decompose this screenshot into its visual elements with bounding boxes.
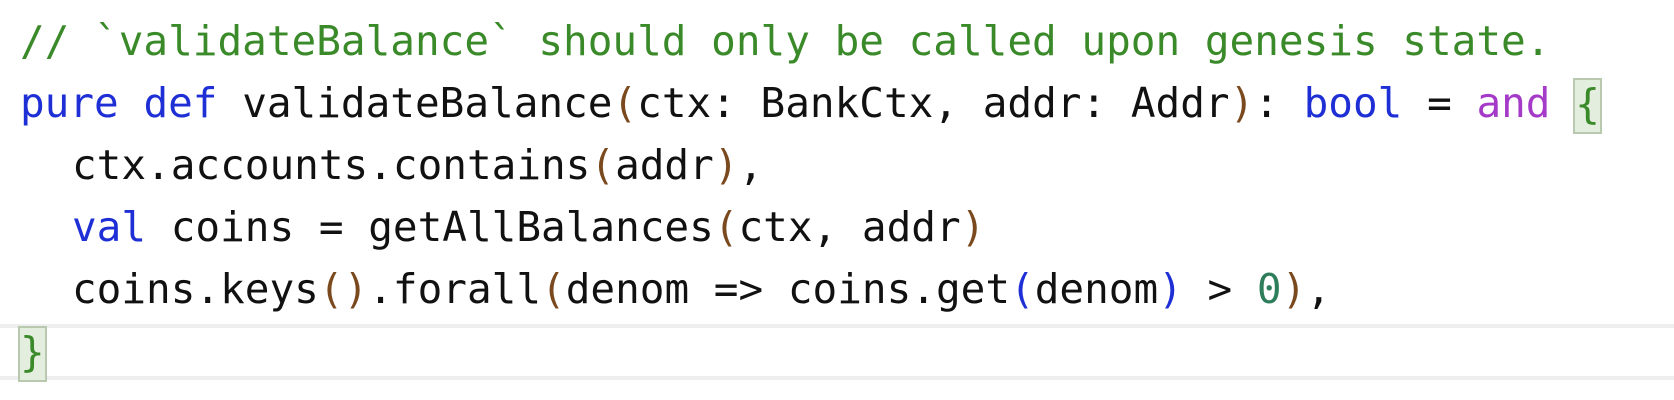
code-line-1[interactable]: // `validateBalance` should only be call… [20,10,1550,72]
argument: addr [615,141,714,189]
code-line-5[interactable]: coins.keys().forall(denom => coins.get(d… [20,258,1331,320]
brace-close-matched: } [18,326,47,382]
code-line-6[interactable]: } [18,320,47,382]
paren-open: ( [590,141,616,189]
paren-close: ) [960,203,986,251]
keyword-def: def [143,79,218,127]
argument-list: ctx, addr [738,203,961,251]
number-literal: 0 [1256,265,1282,313]
keys-call: coins.keys [72,265,319,313]
paren-pair: () [318,265,369,313]
code-line-2[interactable]: pure def validateBalance(ctx: BankCtx, a… [20,72,1602,134]
contains-call: ctx.accounts.contains [72,141,591,189]
inner-paren-open: ( [1010,265,1035,313]
paren-open: ( [612,79,638,127]
function-name: validateBalance [242,79,613,127]
paren-open: ( [541,265,566,313]
code-editor[interactable]: // `validateBalance` should only be call… [0,0,1674,400]
return-type: bool [1303,79,1403,127]
inner-paren-close: ) [1158,265,1183,313]
current-line-highlight [0,324,1674,380]
trailing-comma: , [1306,265,1331,313]
code-comment: // `validateBalance` should only be call… [20,17,1551,65]
paren-open: ( [713,203,739,251]
parameter-list: ctx: BankCtx, addr: Addr [637,79,1230,127]
brace-open-matched: { [1573,78,1602,134]
inner-argument: denom [1034,265,1159,313]
comparison-operator: > [1182,265,1257,313]
colon: : [1254,79,1279,127]
trailing-comma: , [738,141,764,189]
forall-call: .forall [368,265,542,313]
equals-sign: = [1427,79,1452,127]
paren-close: ) [1281,265,1307,313]
keyword-val: val [72,203,147,251]
code-line-3[interactable]: ctx.accounts.contains(addr), [20,134,763,196]
keyword-and: and [1476,79,1551,127]
keyword-pure: pure [20,79,119,127]
paren-close: ) [1229,79,1255,127]
paren-close: ) [713,141,739,189]
binding: coins = getAllBalances [170,203,714,251]
code-line-4[interactable]: val coins = getAllBalances(ctx, addr) [20,196,985,258]
lambda-expression: denom => coins.get [565,265,1011,313]
